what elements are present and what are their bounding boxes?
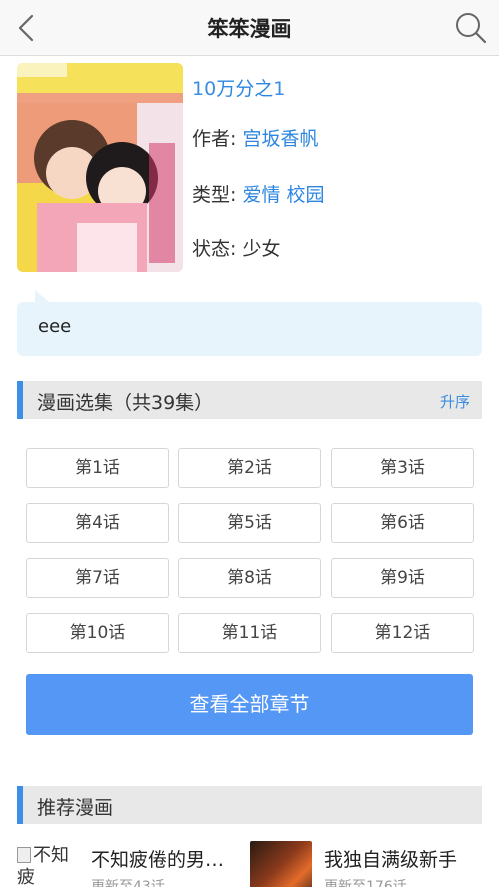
episode-button[interactable]: 第11话 — [178, 613, 321, 653]
broken-image-placeholder[interactable]: 不知疲 — [17, 845, 79, 887]
view-all-chapters-button[interactable]: 查看全部章节 — [26, 674, 473, 735]
episode-button[interactable]: 第10话 — [26, 613, 169, 653]
description-text: eee — [38, 316, 72, 337]
episodes-section-header: 漫画选集（共39集） 升序 — [17, 381, 482, 419]
search-icon[interactable] — [453, 10, 489, 46]
recommend-title[interactable]: 不知疲倦的男… — [91, 845, 224, 872]
section-accent-bar — [17, 381, 23, 419]
recommend-title[interactable]: 我独自满级新手 — [324, 845, 457, 872]
genre-link-school[interactable]: 校园 — [287, 184, 325, 206]
episode-button[interactable]: 第5话 — [178, 503, 321, 543]
bubble-tail — [35, 290, 49, 302]
author-row: 作者: 宫坂香帆 — [192, 124, 318, 151]
status-row: 状态: 少女 — [192, 234, 280, 261]
broken-image-icon — [17, 847, 31, 863]
genre-link-romance[interactable]: 爱情 — [242, 184, 280, 206]
episode-button[interactable]: 第3话 — [331, 448, 474, 488]
genre-label: 类型: — [192, 184, 237, 206]
subtitle-text: 万分之 — [216, 78, 274, 100]
genre-row: 类型: 爱情 校园 — [192, 180, 325, 207]
episodes-section-title: 漫画选集（共39集） — [37, 392, 214, 414]
episode-button[interactable]: 第12话 — [331, 613, 474, 653]
comic-cover-image — [17, 63, 183, 272]
episode-button[interactable]: 第8话 — [178, 558, 321, 598]
sort-toggle[interactable]: 升序 — [440, 391, 470, 412]
recommend-section-title: 推荐漫画 — [37, 797, 114, 819]
recommend-cover-image[interactable] — [250, 841, 312, 887]
comic-subtitle: 10万分之1 — [192, 74, 285, 101]
episode-button[interactable]: 第1话 — [26, 448, 169, 488]
status-value: 少女 — [242, 238, 281, 260]
episode-button[interactable]: 第4话 — [26, 503, 169, 543]
app-header: 笨笨漫画 — [0, 0, 499, 56]
subtitle-number-end: 1 — [273, 78, 286, 100]
episode-button[interactable]: 第2话 — [178, 448, 321, 488]
recommend-section-header: 推荐漫画 — [17, 786, 482, 824]
description-bubble: eee — [17, 290, 482, 356]
section-accent-bar — [17, 786, 23, 824]
recommend-subtitle: 更新至43话 — [91, 879, 165, 887]
episode-button[interactable]: 第7话 — [26, 558, 169, 598]
page-title: 笨笨漫画 — [207, 17, 292, 41]
status-label: 状态: — [192, 238, 237, 260]
author-label: 作者: — [192, 128, 237, 150]
subtitle-number: 10 — [192, 78, 217, 100]
recommend-subtitle: 更新至176话 — [324, 879, 407, 887]
episode-button[interactable]: 第9话 — [331, 558, 474, 598]
author-link[interactable]: 宫坂香帆 — [242, 128, 318, 150]
episode-button[interactable]: 第6话 — [331, 503, 474, 543]
